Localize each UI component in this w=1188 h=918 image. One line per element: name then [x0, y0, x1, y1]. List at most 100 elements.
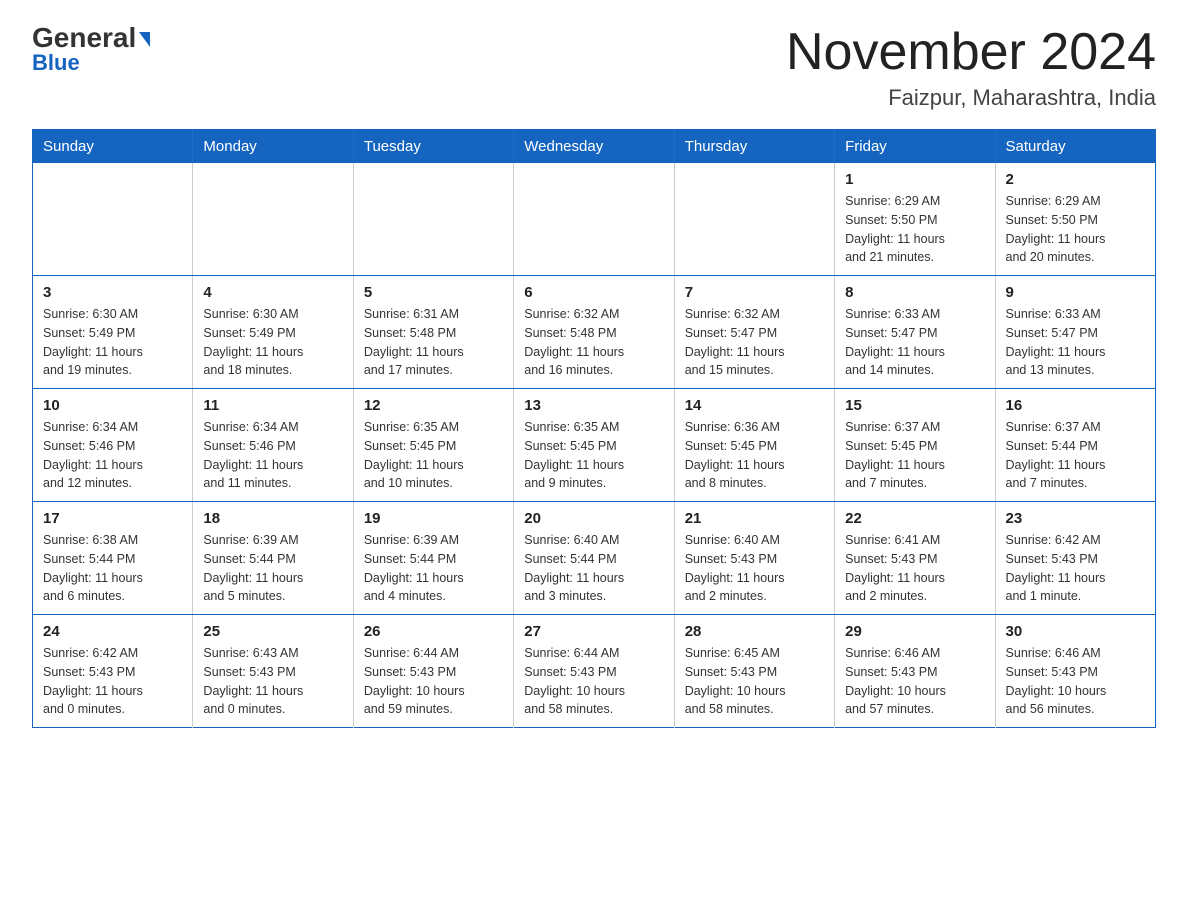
calendar-cell	[353, 163, 513, 276]
weekday-header-sunday: Sunday	[33, 130, 193, 164]
calendar-cell: 11 Sunrise: 6:34 AMSunset: 5:46 PMDayligh…	[193, 389, 353, 502]
day-number: 16	[1006, 397, 1145, 414]
day-number: 9	[1006, 284, 1145, 301]
calendar-cell: 25Sunrise: 6:43 AMSunset: 5:43 PMDayligh…	[193, 615, 353, 728]
calendar-cell: 22 Sunrise: 6:41 AMSunset: 5:43 PMDayligh…	[835, 502, 995, 615]
day-info: Sunrise: 6:32 AMSunset: 5:48 PMDaylight:…	[524, 305, 663, 380]
calendar-cell: 9 Sunrise: 6:33 AMSunset: 5:47 PMDaylight…	[995, 276, 1155, 389]
calendar-cell: 14 Sunrise: 6:36 AMSunset: 5:45 PMDayligh…	[674, 389, 834, 502]
weekday-header-thursday: Thursday	[674, 130, 834, 164]
day-number: 27	[524, 623, 663, 640]
calendar-cell	[193, 163, 353, 276]
calendar-week-5: 24 Sunrise: 6:42 AMSunset: 5:43 PMDayligh…	[33, 615, 1156, 728]
calendar-cell: 28 Sunrise: 6:45 AMSunset: 5:43 PMDayligh…	[674, 615, 834, 728]
calendar-cell: 12 Sunrise: 6:35 AMSunset: 5:45 PMDayligh…	[353, 389, 513, 502]
day-number: 22	[845, 510, 984, 527]
calendar-cell: 21Sunrise: 6:40 AMSunset: 5:43 PMDayligh…	[674, 502, 834, 615]
day-info: Sunrise: 6:35 AMSunset: 5:45 PMDaylight:…	[364, 418, 503, 493]
calendar-cell: 27 Sunrise: 6:44 AMSunset: 5:43 PMDayligh…	[514, 615, 674, 728]
day-number: 5	[364, 284, 503, 301]
day-info: Sunrise: 6:38 AMSunset: 5:44 PMDaylight:…	[43, 531, 182, 606]
day-info: Sunrise: 6:39 AMSunset: 5:44 PMDaylight:…	[364, 531, 503, 606]
weekday-header-friday: Friday	[835, 130, 995, 164]
day-number: 25	[203, 623, 342, 640]
day-number: 12	[364, 397, 503, 414]
day-info: Sunrise: 6:30 AMSunset: 5:49 PMDaylight:…	[203, 305, 342, 380]
day-info: Sunrise: 6:31 AMSunset: 5:48 PMDaylight:…	[364, 305, 503, 380]
day-info: Sunrise: 6:41 AMSunset: 5:43 PMDaylight:…	[845, 531, 984, 606]
day-number: 15	[845, 397, 984, 414]
day-number: 8	[845, 284, 984, 301]
calendar-week-4: 17 Sunrise: 6:38 AMSunset: 5:44 PMDayligh…	[33, 502, 1156, 615]
calendar-cell	[33, 163, 193, 276]
day-number: 7	[685, 284, 824, 301]
calendar-week-3: 10Sunrise: 6:34 AMSunset: 5:46 PMDayligh…	[33, 389, 1156, 502]
day-number: 1	[845, 171, 984, 188]
day-info: Sunrise: 6:42 AMSunset: 5:43 PMDaylight:…	[43, 644, 182, 719]
calendar-cell: 8 Sunrise: 6:33 AMSunset: 5:47 PMDaylight…	[835, 276, 995, 389]
day-info: Sunrise: 6:34 AMSunset: 5:46 PMDaylight:…	[203, 418, 342, 493]
day-number: 26	[364, 623, 503, 640]
day-number: 18	[203, 510, 342, 527]
day-info: Sunrise: 6:35 AMSunset: 5:45 PMDaylight:…	[524, 418, 663, 493]
calendar-cell: 1Sunrise: 6:29 AMSunset: 5:50 PMDaylight…	[835, 163, 995, 276]
day-info: Sunrise: 6:44 AMSunset: 5:43 PMDaylight:…	[364, 644, 503, 719]
weekday-header-saturday: Saturday	[995, 130, 1155, 164]
day-number: 28	[685, 623, 824, 640]
day-number: 17	[43, 510, 182, 527]
calendar-cell: 19 Sunrise: 6:39 AMSunset: 5:44 PMDayligh…	[353, 502, 513, 615]
calendar-cell: 13Sunrise: 6:35 AMSunset: 5:45 PMDayligh…	[514, 389, 674, 502]
calendar-cell: 17 Sunrise: 6:38 AMSunset: 5:44 PMDayligh…	[33, 502, 193, 615]
day-number: 29	[845, 623, 984, 640]
calendar-cell	[514, 163, 674, 276]
day-info: Sunrise: 6:32 AMSunset: 5:47 PMDaylight:…	[685, 305, 824, 380]
day-info: Sunrise: 6:36 AMSunset: 5:45 PMDaylight:…	[685, 418, 824, 493]
day-number: 19	[364, 510, 503, 527]
day-info: Sunrise: 6:40 AMSunset: 5:43 PMDaylight:…	[685, 531, 824, 606]
month-title: November 2024	[786, 24, 1156, 81]
location-title: Faizpur, Maharashtra, India	[786, 85, 1156, 111]
calendar-cell: 29 Sunrise: 6:46 AMSunset: 5:43 PMDayligh…	[835, 615, 995, 728]
day-info: Sunrise: 6:30 AMSunset: 5:49 PMDaylight:…	[43, 305, 182, 380]
day-number: 30	[1006, 623, 1145, 640]
page-header: General Blue November 2024 Faizpur, Maha…	[32, 24, 1156, 111]
day-info: Sunrise: 6:37 AMSunset: 5:44 PMDaylight:…	[1006, 418, 1145, 493]
logo-general: General	[32, 24, 150, 52]
calendar-cell: 15 Sunrise: 6:37 AMSunset: 5:45 PMDayligh…	[835, 389, 995, 502]
day-info: Sunrise: 6:46 AMSunset: 5:43 PMDaylight:…	[845, 644, 984, 719]
calendar-cell: 6 Sunrise: 6:32 AMSunset: 5:48 PMDaylight…	[514, 276, 674, 389]
day-info: Sunrise: 6:42 AMSunset: 5:43 PMDaylight:…	[1006, 531, 1145, 606]
logo-blue: Blue	[32, 50, 80, 76]
day-info: Sunrise: 6:39 AMSunset: 5:44 PMDaylight:…	[203, 531, 342, 606]
day-number: 14	[685, 397, 824, 414]
calendar-table: SundayMondayTuesdayWednesdayThursdayFrid…	[32, 129, 1156, 728]
day-info: Sunrise: 6:44 AMSunset: 5:43 PMDaylight:…	[524, 644, 663, 719]
calendar-cell: 30 Sunrise: 6:46 AMSunset: 5:43 PMDayligh…	[995, 615, 1155, 728]
title-block: November 2024 Faizpur, Maharashtra, Indi…	[786, 24, 1156, 111]
day-info: Sunrise: 6:29 AMSunset: 5:50 PMDaylight:…	[1006, 192, 1145, 267]
day-info: Sunrise: 6:45 AMSunset: 5:43 PMDaylight:…	[685, 644, 824, 719]
calendar-cell: 16 Sunrise: 6:37 AMSunset: 5:44 PMDayligh…	[995, 389, 1155, 502]
day-number: 6	[524, 284, 663, 301]
day-info: Sunrise: 6:37 AMSunset: 5:45 PMDaylight:…	[845, 418, 984, 493]
day-info: Sunrise: 6:33 AMSunset: 5:47 PMDaylight:…	[845, 305, 984, 380]
day-number: 2	[1006, 171, 1145, 188]
day-number: 11	[203, 397, 342, 414]
logo: General Blue	[32, 24, 150, 76]
calendar-cell: 2 Sunrise: 6:29 AMSunset: 5:50 PMDaylight…	[995, 163, 1155, 276]
calendar-header-row: SundayMondayTuesdayWednesdayThursdayFrid…	[33, 130, 1156, 164]
calendar-cell: 3Sunrise: 6:30 AMSunset: 5:49 PMDaylight…	[33, 276, 193, 389]
calendar-cell	[674, 163, 834, 276]
day-info: Sunrise: 6:46 AMSunset: 5:43 PMDaylight:…	[1006, 644, 1145, 719]
calendar-week-1: 1 Sunrise: 6:29 AMSunset: 5:50 PMDaylight…	[33, 163, 1156, 276]
calendar-cell: 18 Sunrise: 6:39 AMSunset: 5:44 PMDayligh…	[193, 502, 353, 615]
day-number: 24	[43, 623, 182, 640]
weekday-header-monday: Monday	[193, 130, 353, 164]
day-info: Sunrise: 6:33 AMSunset: 5:47 PMDaylight:…	[1006, 305, 1145, 380]
weekday-header-wednesday: Wednesday	[514, 130, 674, 164]
calendar-week-2: 3Sunrise: 6:30 AMSunset: 5:49 PMDaylight…	[33, 276, 1156, 389]
day-info: Sunrise: 6:34 AMSunset: 5:46 PMDaylight:…	[43, 418, 182, 493]
day-number: 20	[524, 510, 663, 527]
day-info: Sunrise: 6:40 AMSunset: 5:44 PMDaylight:…	[524, 531, 663, 606]
calendar-cell: 5 Sunrise: 6:31 AMSunset: 5:48 PMDaylight…	[353, 276, 513, 389]
